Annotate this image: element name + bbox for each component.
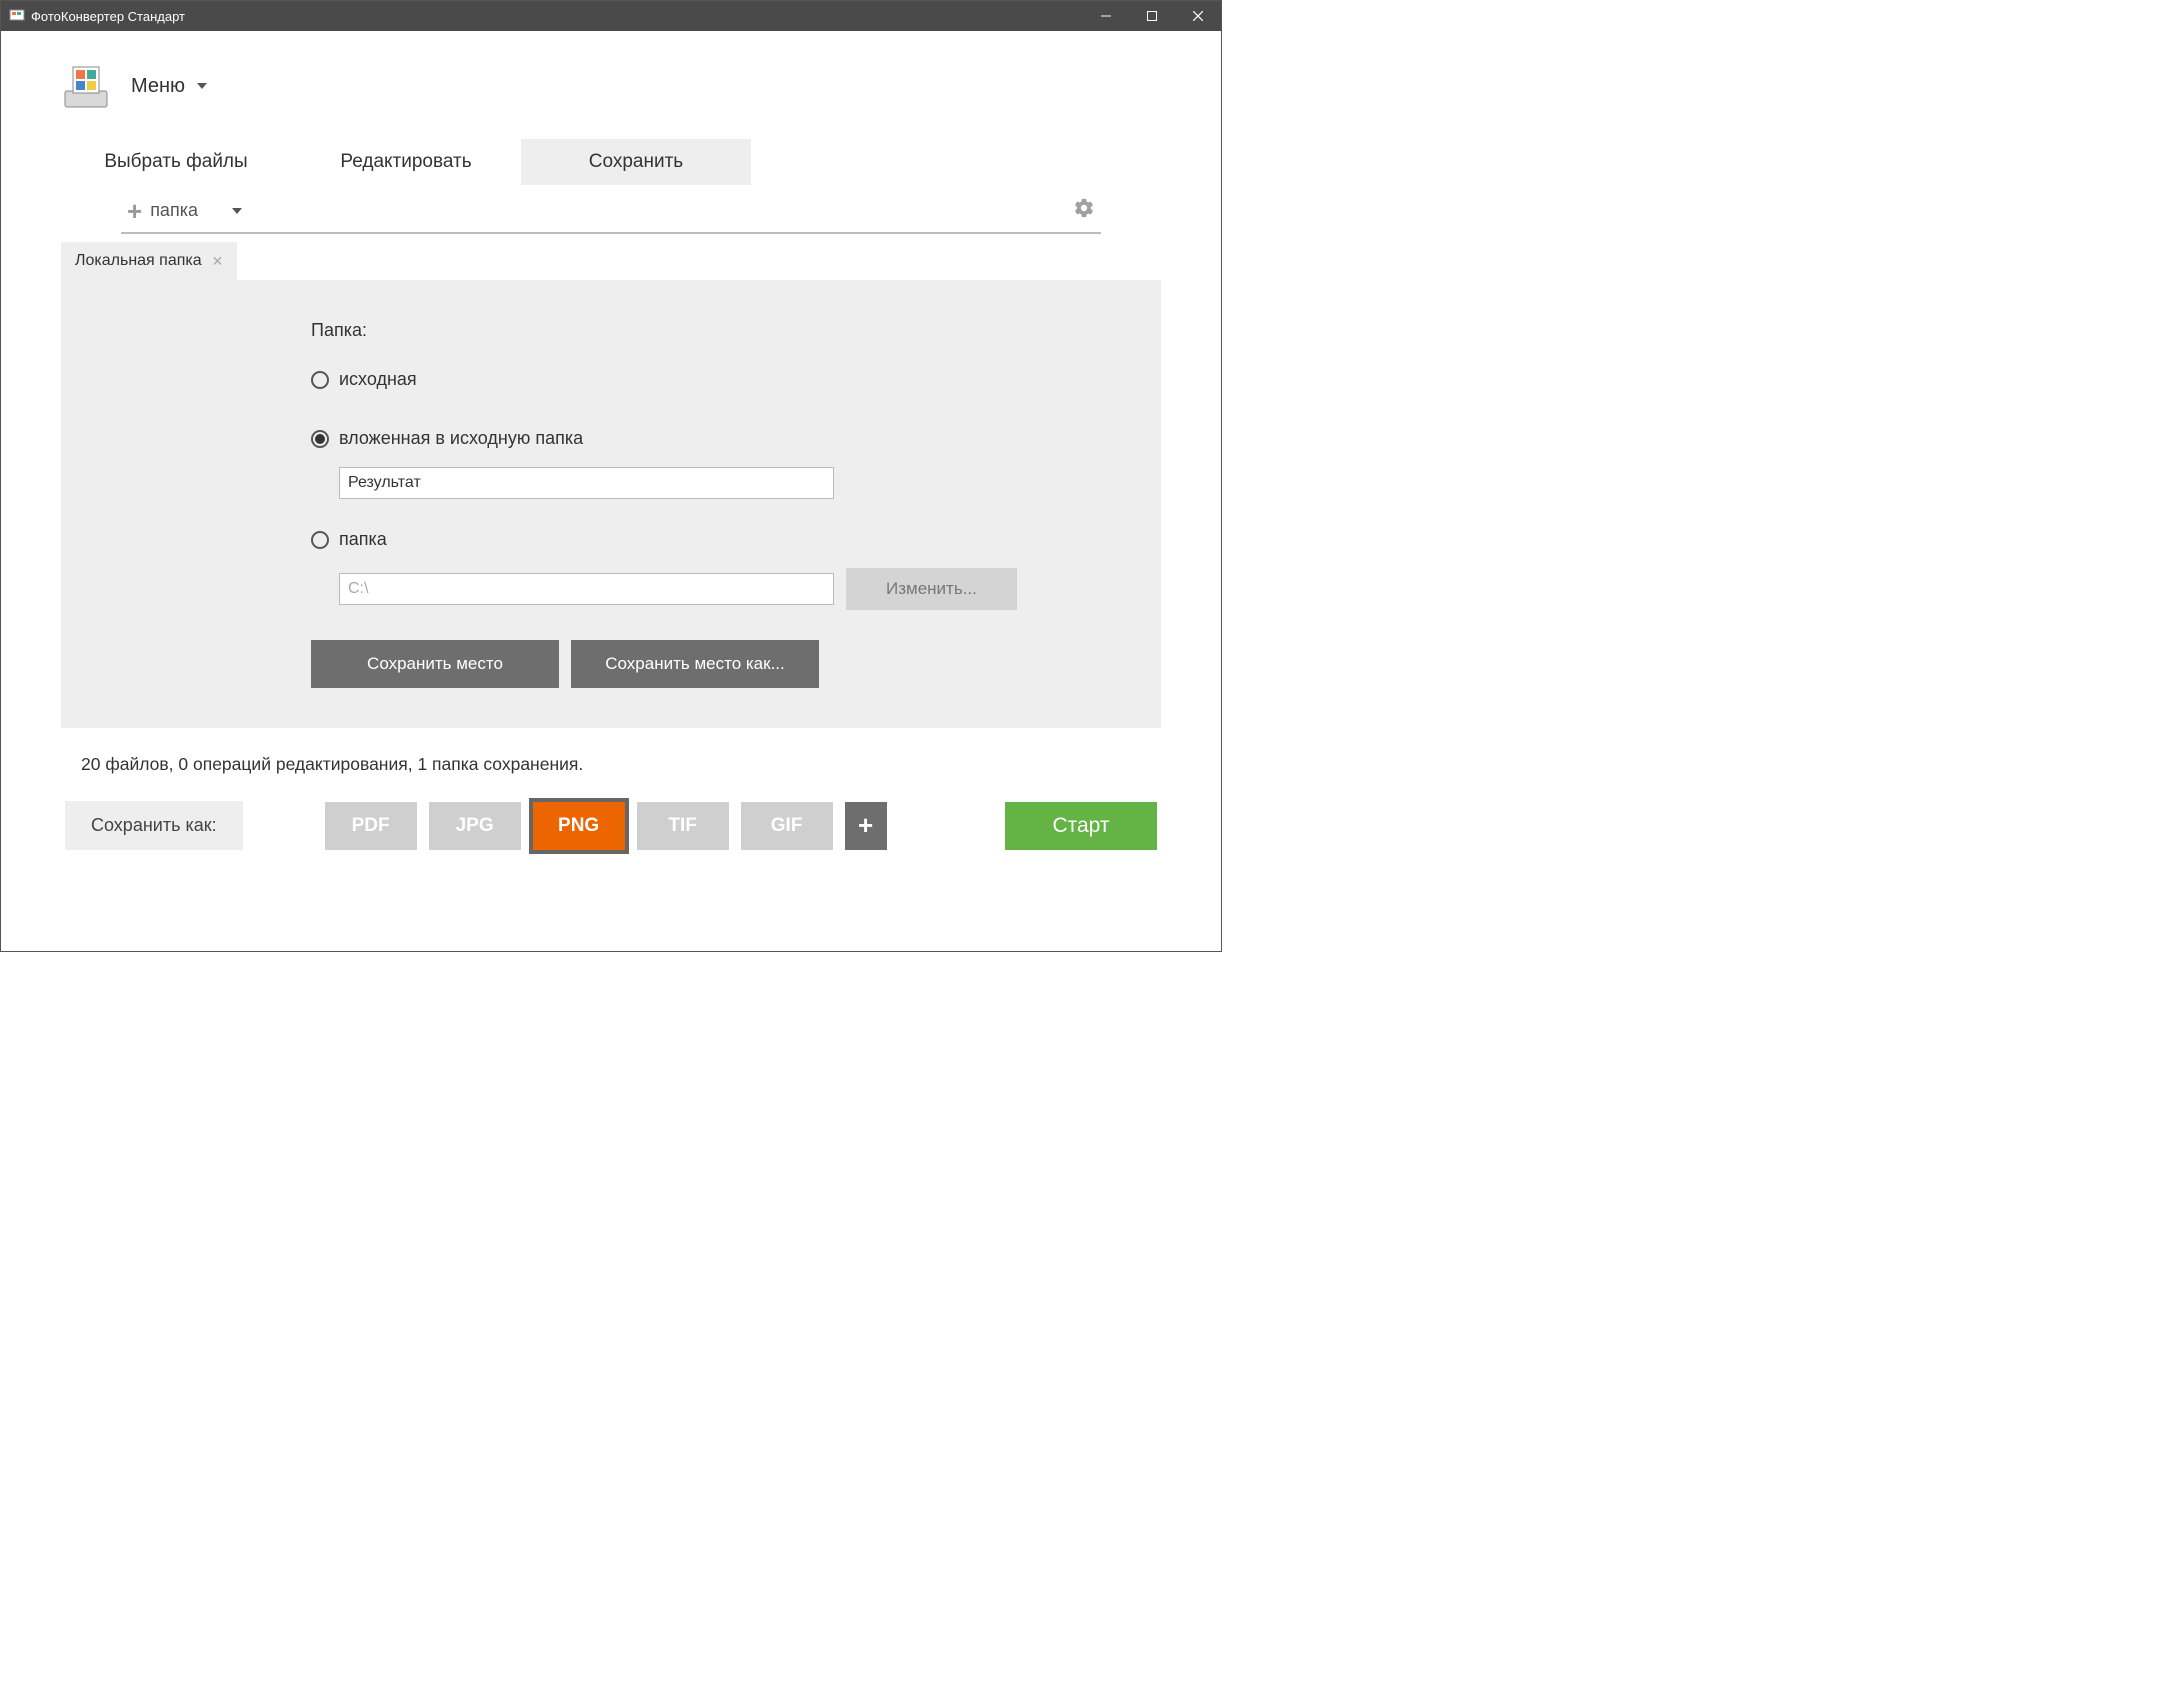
add-format-button[interactable]: + bbox=[845, 802, 887, 850]
radio-icon bbox=[311, 430, 329, 448]
titlebar: ФотоКонвертер Стандарт bbox=[1, 1, 1221, 31]
close-icon[interactable]: ✕ bbox=[212, 253, 224, 270]
add-folder-label: папка bbox=[150, 200, 198, 221]
radio-icon bbox=[311, 371, 329, 389]
status-text: 20 файлов, 0 операций редактирования, 1 … bbox=[1, 728, 1221, 787]
format-pdf-button[interactable]: PDF bbox=[325, 802, 417, 850]
tab-edit[interactable]: Редактировать bbox=[291, 139, 521, 185]
maximize-button[interactable] bbox=[1129, 1, 1175, 31]
add-folder-button[interactable]: + папка bbox=[127, 198, 242, 224]
save-place-as-button[interactable]: Сохранить место как... bbox=[571, 640, 819, 688]
menu-label: Меню bbox=[131, 75, 185, 98]
tab-select-files[interactable]: Выбрать файлы bbox=[61, 139, 291, 185]
subfolder-input[interactable] bbox=[339, 467, 834, 499]
radio-subfolder[interactable]: вложенная в исходную папка bbox=[311, 428, 1111, 449]
menu-button[interactable]: Меню bbox=[131, 75, 207, 98]
save-panel: Папка: исходная вложенная в исходную пап… bbox=[61, 280, 1161, 728]
bottom-bar: Сохранить как: PDF JPG PNG TIF GIF + Ста… bbox=[1, 787, 1221, 870]
location-tab-label: Локальная папка bbox=[75, 252, 202, 270]
app-titlebar-icon bbox=[9, 8, 25, 24]
chevron-down-icon bbox=[232, 208, 242, 214]
radio-folder-label: папка bbox=[339, 529, 387, 550]
main-tabs: Выбрать файлы Редактировать Сохранить bbox=[1, 121, 1221, 185]
plus-icon: + bbox=[858, 810, 873, 841]
radio-source-label: исходная bbox=[339, 369, 417, 390]
plus-icon: + bbox=[127, 198, 142, 224]
radio-folder[interactable]: папка bbox=[311, 529, 1111, 550]
toolbar: + папка bbox=[121, 185, 1101, 234]
close-button[interactable] bbox=[1175, 1, 1221, 31]
chevron-down-icon bbox=[197, 83, 207, 89]
minimize-button[interactable] bbox=[1083, 1, 1129, 31]
format-jpg-button[interactable]: JPG bbox=[429, 802, 521, 850]
app-logo-icon bbox=[61, 61, 111, 111]
change-button[interactable]: Изменить... bbox=[846, 568, 1017, 610]
radio-icon bbox=[311, 531, 329, 549]
folder-path-input[interactable] bbox=[339, 573, 834, 605]
folder-label: Папка: bbox=[311, 320, 1111, 341]
format-gif-button[interactable]: GIF bbox=[741, 802, 833, 850]
header: Меню bbox=[1, 31, 1221, 121]
format-png-button[interactable]: PNG bbox=[533, 802, 625, 850]
start-button[interactable]: Старт bbox=[1005, 802, 1157, 850]
save-as-label: Сохранить как: bbox=[65, 801, 243, 850]
radio-source[interactable]: исходная bbox=[311, 369, 1111, 390]
radio-subfolder-label: вложенная в исходную папка bbox=[339, 428, 583, 449]
settings-button[interactable] bbox=[1073, 197, 1095, 224]
save-place-button[interactable]: Сохранить место bbox=[311, 640, 559, 688]
location-tab[interactable]: Локальная папка ✕ bbox=[61, 242, 237, 280]
format-tif-button[interactable]: TIF bbox=[637, 802, 729, 850]
window-title: ФотоКонвертер Стандарт bbox=[31, 9, 185, 24]
tab-save[interactable]: Сохранить bbox=[521, 139, 751, 185]
